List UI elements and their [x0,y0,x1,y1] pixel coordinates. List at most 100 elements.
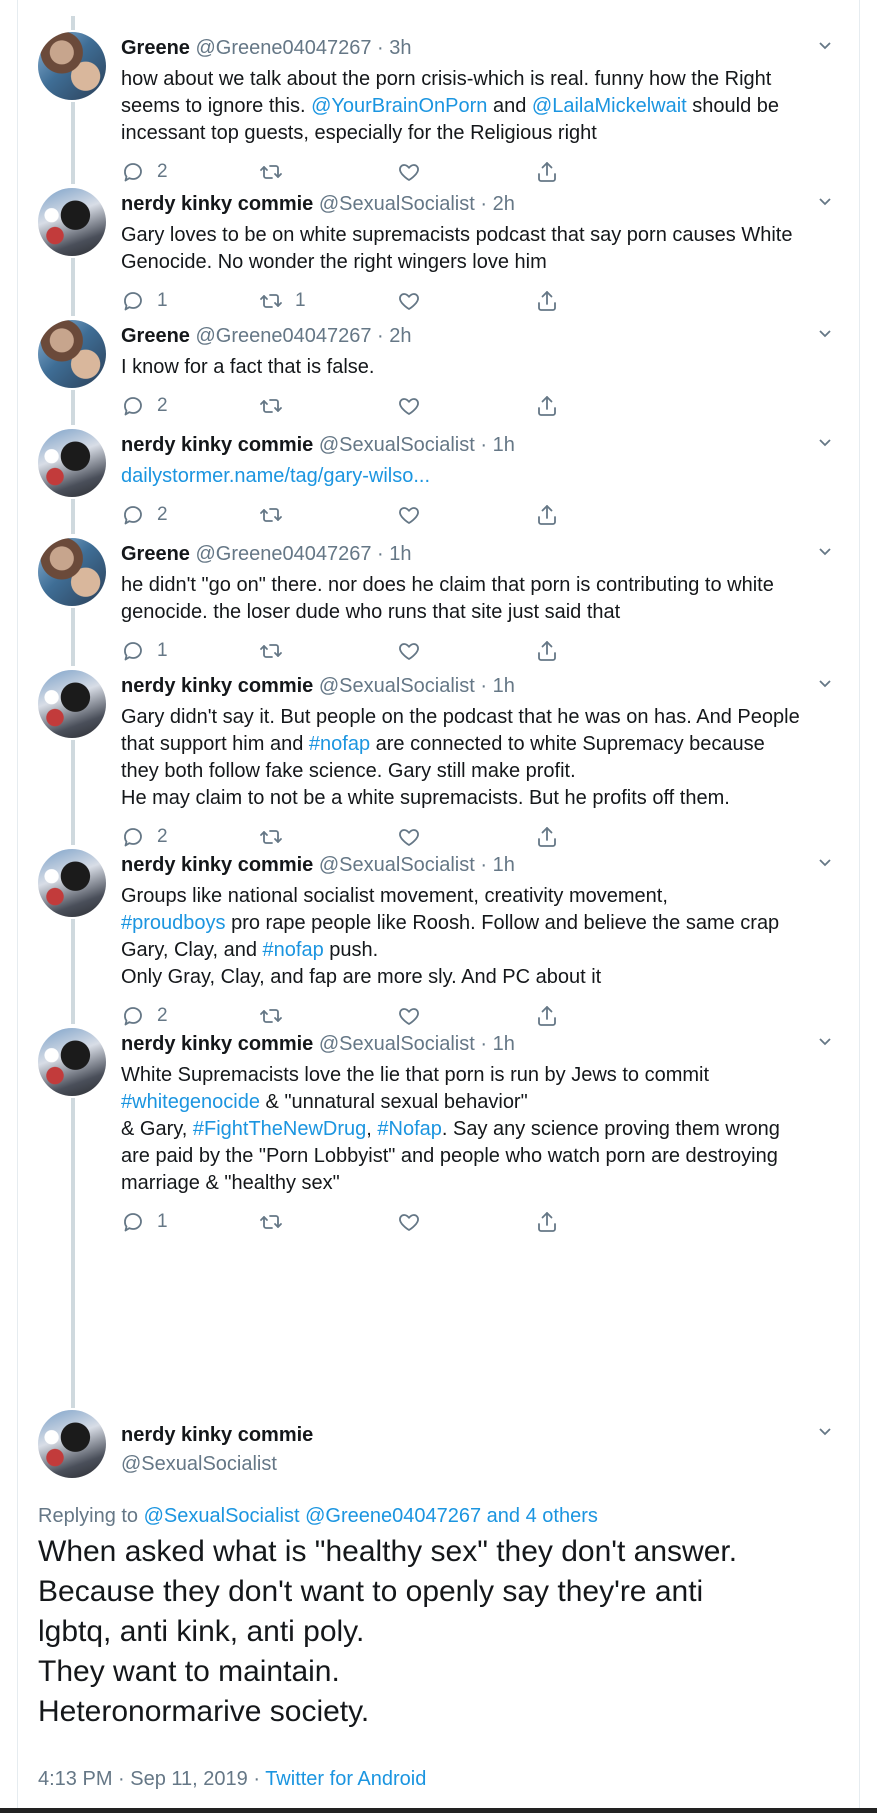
author-handle[interactable]: @Greene04047267 [196,37,372,59]
reply-icon [124,506,142,525]
share-button[interactable] [535,1208,559,1236]
like-button[interactable] [397,501,433,529]
tweet-time[interactable]: 1h [493,675,515,697]
share-button[interactable] [535,501,559,529]
tweet-text-line: Groups like national socialist movement,… [121,883,841,910]
avatar[interactable] [38,1410,106,1478]
text-segment: Only Gray, Clay, and fap are more sly. A… [121,966,602,988]
tweet-time[interactable]: 1h [493,434,515,456]
text-segment: how about we talk about the porn crisis-… [121,68,772,90]
reply-button[interactable]: 2 [121,392,168,420]
reply-button[interactable]: 2 [121,501,168,529]
tweet-text-line: White Supremacists love the lie that por… [121,1062,841,1089]
share-button[interactable] [535,392,559,420]
like-button[interactable] [397,392,433,420]
like-button[interactable] [397,823,433,851]
reply-button[interactable]: 1 [121,1208,168,1236]
tweet-time[interactable]: 1h [493,1033,515,1055]
like-button[interactable] [397,637,433,665]
author-name[interactable]: nerdy kinky commie [121,193,313,215]
chevron-down-icon[interactable] [818,1425,832,1439]
share-button[interactable] [535,637,559,665]
avatar[interactable] [38,538,106,606]
hashtag-link[interactable]: #FightTheNewDrug [193,1118,366,1140]
avatar[interactable] [38,429,106,497]
text-segment: Gary didn't say it. But people on the po… [121,706,800,728]
retweet-button[interactable] [259,158,295,186]
chevron-down-icon[interactable] [818,327,832,341]
author-handle[interactable]: @SexualSocialist [319,1033,475,1055]
author-name[interactable]: nerdy kinky commie [121,1033,313,1055]
retweet-button[interactable] [259,637,295,665]
reply-button[interactable]: 2 [121,823,168,851]
retweet-button[interactable] [259,501,295,529]
reply-button[interactable]: 2 [121,1002,168,1030]
reply-button[interactable]: 1 [121,287,168,315]
share-icon [538,396,556,416]
share-button[interactable] [535,287,559,315]
tweet-time[interactable]: 2h [389,325,411,347]
reply-button[interactable]: 1 [121,637,168,665]
text-segment: incessant top guests, especially for the… [121,122,597,144]
author-handle[interactable]: @SexualSocialist [121,1453,277,1476]
author-handle[interactable]: @SexualSocialist [319,854,475,876]
author-name[interactable]: nerdy kinky commie [121,675,313,697]
author-handle[interactable]: @SexualSocialist [319,193,475,215]
chevron-down-icon[interactable] [818,39,832,53]
tweet-source-link[interactable]: Twitter for Android [265,1768,426,1790]
tweet-time[interactable]: 1h [493,854,515,876]
author-handle[interactable]: @Greene04047267 [196,543,372,565]
avatar[interactable] [38,188,106,256]
author-name[interactable]: nerdy kinky commie [121,434,313,456]
author-name[interactable]: Greene [121,325,190,347]
avatar[interactable] [38,320,106,388]
retweet-button[interactable]: 1 [259,287,306,315]
retweet-button[interactable] [259,1002,295,1030]
reply-button[interactable]: 2 [121,158,168,186]
mention-link[interactable]: @YourBrainOnPorn [311,95,487,117]
chevron-down-icon[interactable] [818,195,832,209]
avatar[interactable] [38,849,106,917]
like-button[interactable] [397,287,433,315]
share-button[interactable] [535,158,559,186]
author-name[interactable]: Greene [121,37,190,59]
tweet-time[interactable]: 3h [389,37,411,59]
timestamp-text[interactable]: 4:13 PM · Sep 11, 2019 · [38,1768,265,1790]
like-button[interactable] [397,1208,433,1236]
hashtag-link[interactable]: #nofap [263,939,324,961]
author-handle[interactable]: @SexualSocialist [319,675,475,697]
retweet-button[interactable] [259,1208,295,1236]
retweet-icon [260,1009,282,1023]
retweet-icon [260,399,282,413]
avatar[interactable] [38,670,106,738]
mention-link[interactable]: @LailaMickelwait [532,95,687,117]
hashtag-link[interactable]: #proudboys [121,912,226,934]
retweet-button[interactable] [259,823,295,851]
chevron-down-icon[interactable] [818,436,832,450]
chevron-down-icon[interactable] [818,856,832,870]
hashtag-link[interactable]: #Nofap [377,1118,442,1140]
tweet-actions: 1 [121,1208,581,1236]
avatar[interactable] [38,32,106,100]
chevron-down-icon[interactable] [818,1035,832,1049]
retweet-button[interactable] [259,392,295,420]
author-handle[interactable]: @Greene04047267 [196,325,372,347]
chevron-down-icon[interactable] [818,677,832,691]
text-segment: & "unnatural sexual behavior" [260,1091,528,1113]
url-link[interactable]: dailystormer.name/tag/gary-wilso... [121,465,430,487]
share-button[interactable] [535,823,559,851]
author-name[interactable]: nerdy kinky commie [121,1424,313,1447]
author-name[interactable]: Greene [121,543,190,565]
chevron-down-icon[interactable] [818,545,832,559]
author-name[interactable]: nerdy kinky commie [121,854,313,876]
like-button[interactable] [397,1002,433,1030]
hashtag-link[interactable]: #whitegenocide [121,1091,260,1113]
author-handle[interactable]: @SexualSocialist [319,434,475,456]
replying-to-users[interactable]: @SexualSocialist @Greene04047267 and 4 o… [144,1505,598,1527]
hashtag-link[interactable]: #nofap [309,733,370,755]
like-button[interactable] [397,158,433,186]
avatar[interactable] [38,1028,106,1096]
tweet-time[interactable]: 1h [389,543,411,565]
tweet-time[interactable]: 2h [493,193,515,215]
share-button[interactable] [535,1002,559,1030]
